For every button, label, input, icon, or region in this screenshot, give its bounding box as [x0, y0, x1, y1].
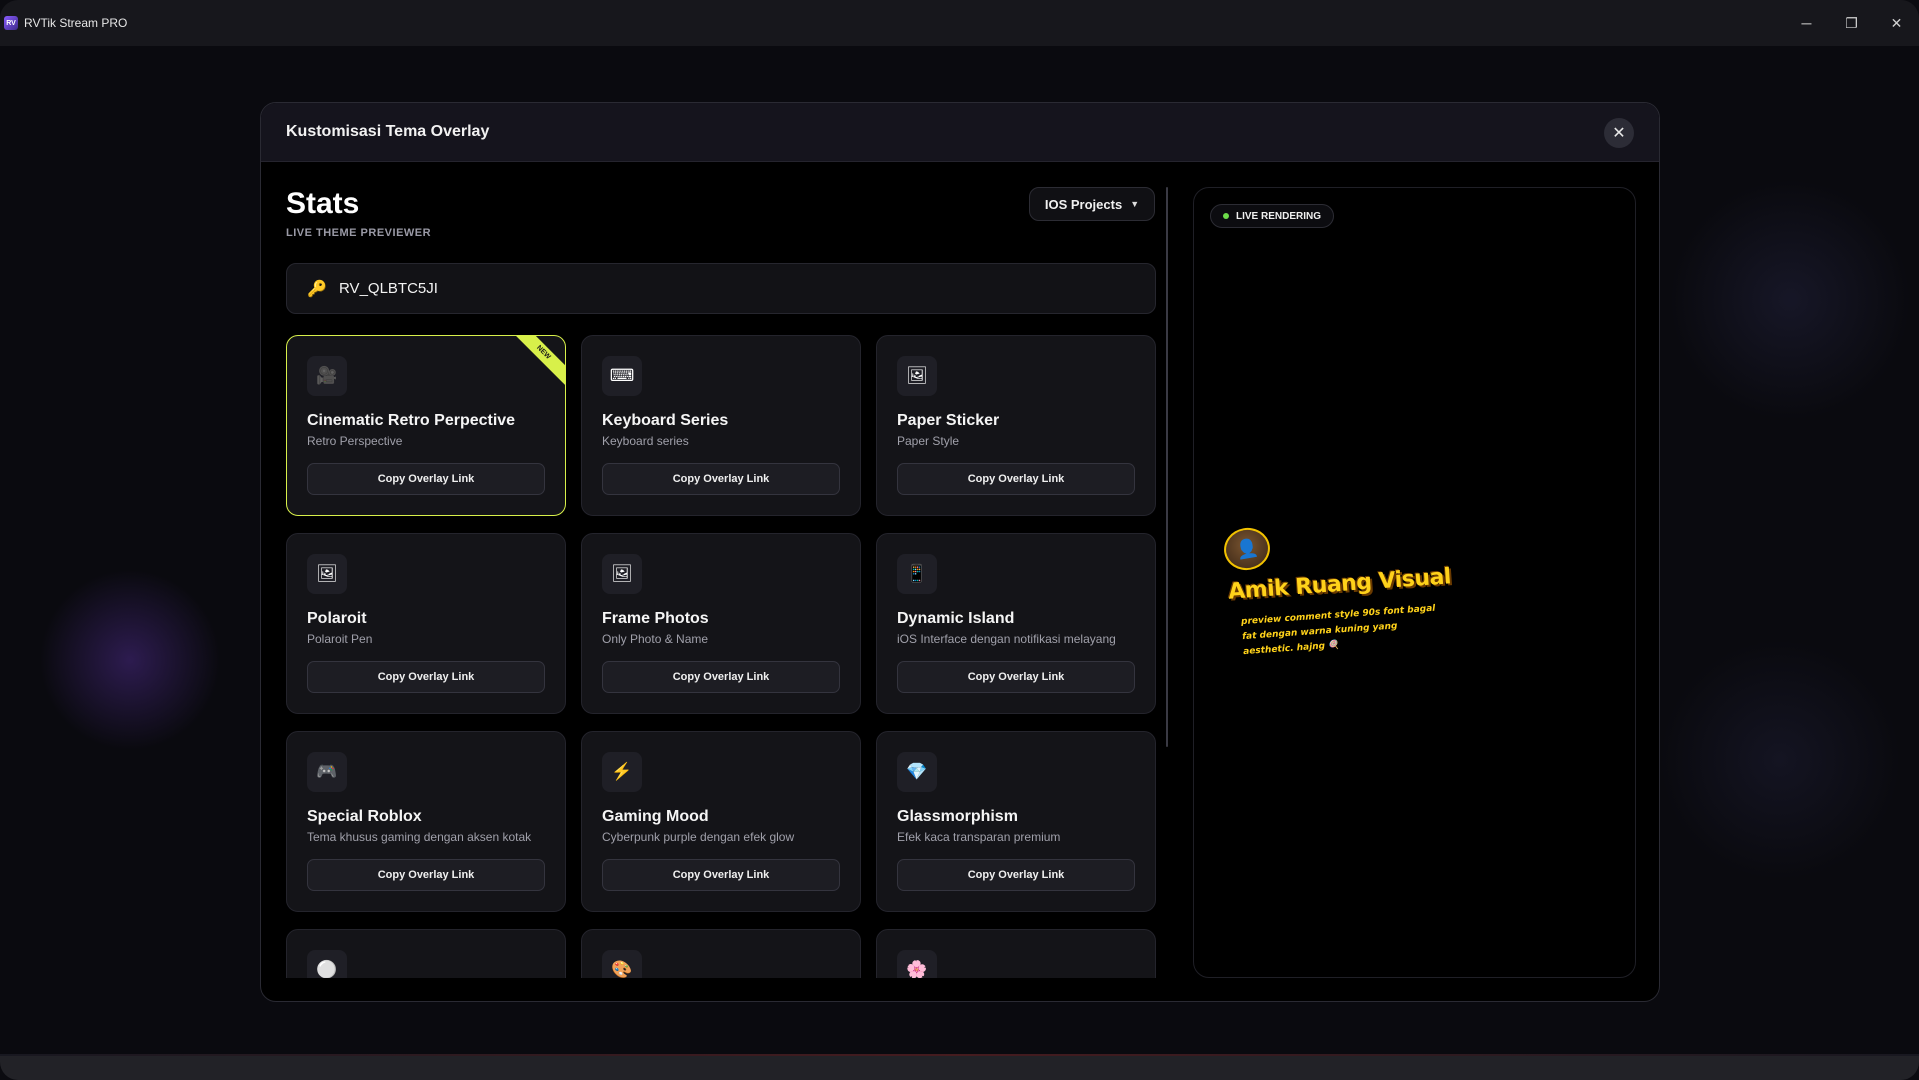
circle-icon: ⚪	[307, 950, 347, 978]
copy-overlay-link-button[interactable]: Copy Overlay Link	[897, 859, 1135, 891]
modal-title: Kustomisasi Tema Overlay	[286, 123, 490, 140]
theme-subtitle: Efek kaca transparan premium	[897, 830, 1061, 844]
theme-title: Frame Photos	[602, 610, 709, 627]
picture-icon: 🖼	[307, 554, 347, 594]
overlay-username: Amik Ruang Visual	[1227, 564, 1452, 605]
theme-card-dynamic-island[interactable]: 📱 Dynamic Island iOS Interface dengan no…	[876, 533, 1156, 714]
key-icon: 🔑	[307, 280, 327, 298]
project-dropdown-label: IOS Projects	[1044, 196, 1123, 212]
scrollbar[interactable]	[1166, 187, 1168, 747]
copy-overlay-link-button[interactable]: Copy Overlay Link	[897, 661, 1135, 693]
lightning-icon: ⚡	[602, 752, 642, 792]
theme-card-polaroit[interactable]: 🖼 Polaroit Polaroit Pen Copy Overlay Lin…	[286, 533, 566, 714]
app-title: RVTik Stream PRO	[24, 16, 128, 30]
theme-card-partial[interactable]: ⚪	[286, 929, 566, 978]
live-preview-panel: LIVE RENDERING 👤 Amik Ruang Visual previ…	[1193, 187, 1636, 978]
theme-subtitle: Paper Style	[897, 434, 960, 448]
theme-card-keyboard-series[interactable]: ⌨ Keyboard Series Keyboard series Copy O…	[581, 335, 861, 516]
theme-card-partial[interactable]: 🌸	[876, 929, 1156, 978]
app-logo-icon: RV	[4, 16, 18, 30]
theme-title: Dynamic Island	[897, 610, 1015, 627]
picture-icon: 🖼	[897, 356, 937, 396]
theme-subtitle: Tema khusus gaming dengan aksen kotak	[307, 830, 532, 844]
copy-overlay-link-button[interactable]: Copy Overlay Link	[307, 463, 545, 495]
overlay-comment-preview: 👤 Amik Ruang Visual preview comment styl…	[1220, 524, 1464, 668]
bottom-bar	[0, 1056, 1919, 1080]
theme-card-frame-photos[interactable]: 🖼 Frame Photos Only Photo & Name Copy Ov…	[581, 533, 861, 714]
maximize-button[interactable]: ❐	[1829, 0, 1874, 46]
minimize-button[interactable]: ─	[1784, 0, 1829, 46]
theme-card-paper-sticker[interactable]: 🖼 Paper Sticker Paper Style Copy Overlay…	[876, 335, 1156, 516]
overlay-key-value: RV_QLBTC5JI	[339, 280, 438, 297]
close-window-button[interactable]: ✕	[1874, 0, 1919, 46]
picture-icon: 🖼	[602, 554, 642, 594]
palette-icon: 🎨	[602, 950, 642, 978]
theme-subtitle: Only Photo & Name	[602, 632, 709, 646]
window-controls: ─ ❐ ✕	[1784, 0, 1919, 46]
theme-title: Keyboard Series	[602, 412, 729, 429]
theme-subtitle: Cyberpunk purple dengan efek glow	[602, 830, 795, 844]
theme-customization-modal: Kustomisasi Tema Overlay ✕ Stats LIVE TH…	[260, 102, 1660, 1002]
live-status-dot	[1223, 213, 1229, 219]
live-rendering-label: LIVE RENDERING	[1236, 210, 1322, 222]
gamepad-icon: 🎮	[307, 752, 347, 792]
copy-overlay-link-button[interactable]: Copy Overlay Link	[307, 661, 545, 693]
theme-card-cinematic-retro[interactable]: NEW 🎥 Cinematic Retro Perpective Retro P…	[286, 335, 566, 516]
theme-subtitle: Keyboard series	[602, 434, 689, 448]
copy-overlay-link-button[interactable]: Copy Overlay Link	[602, 463, 840, 495]
chevron-down-icon: ▼	[1130, 199, 1140, 209]
title-bar: RV RVTik Stream PRO ─ ❐ ✕	[0, 0, 1919, 46]
theme-list-pane[interactable]: Stats LIVE THEME PREVIEWER IOS Projects …	[286, 187, 1156, 978]
theme-title: Paper Sticker	[897, 412, 1000, 429]
theme-title: Polaroit	[307, 610, 367, 627]
copy-overlay-link-button[interactable]: Copy Overlay Link	[602, 859, 840, 891]
new-badge: NEW	[502, 336, 565, 394]
flower-icon: 🌸	[897, 950, 937, 978]
theme-grid: NEW 🎥 Cinematic Retro Perpective Retro P…	[286, 335, 1156, 978]
theme-card-gaming-mood[interactable]: ⚡ Gaming Mood Cyberpunk purple dengan ef…	[581, 731, 861, 912]
camera-icon: 🎥	[307, 356, 347, 396]
keyboard-icon: ⌨	[602, 356, 642, 396]
avatar: 👤	[1220, 524, 1274, 574]
theme-card-special-roblox[interactable]: 🎮 Special Roblox Tema khusus gaming deng…	[286, 731, 566, 912]
modal-header: Kustomisasi Tema Overlay ✕	[261, 103, 1659, 162]
overlay-comment-text: preview comment style 90s font bagal fat…	[1240, 603, 1436, 658]
theme-subtitle: iOS Interface dengan notifikasi melayang	[897, 632, 1116, 646]
copy-overlay-link-button[interactable]: Copy Overlay Link	[307, 859, 545, 891]
theme-title: Cinematic Retro Perpective	[307, 412, 516, 429]
copy-overlay-link-button[interactable]: Copy Overlay Link	[897, 463, 1135, 495]
app-window: RV RVTik Stream PRO ─ ❐ ✕ Kustomisasi Te…	[0, 0, 1919, 1080]
theme-title: Special Roblox	[307, 808, 422, 825]
live-rendering-badge: LIVE RENDERING	[1210, 204, 1335, 228]
theme-card-partial[interactable]: 🎨	[581, 929, 861, 978]
overlay-key-field[interactable]: 🔑 RV_QLBTC5JI	[286, 263, 1156, 314]
page-subtitle: LIVE THEME PREVIEWER	[286, 227, 432, 239]
project-dropdown[interactable]: IOS Projects ▼	[1029, 187, 1155, 221]
theme-subtitle: Retro Perspective	[307, 434, 403, 448]
gem-icon: 💎	[897, 752, 937, 792]
page-title: Stats	[286, 187, 360, 220]
theme-subtitle: Polaroit Pen	[307, 632, 373, 646]
phone-icon: 📱	[897, 554, 937, 594]
modal-close-button[interactable]: ✕	[1604, 118, 1634, 148]
theme-title: Gaming Mood	[602, 808, 709, 825]
theme-title: Glassmorphism	[897, 808, 1018, 825]
copy-overlay-link-button[interactable]: Copy Overlay Link	[602, 661, 840, 693]
theme-card-glassmorphism[interactable]: 💎 Glassmorphism Efek kaca transparan pre…	[876, 731, 1156, 912]
